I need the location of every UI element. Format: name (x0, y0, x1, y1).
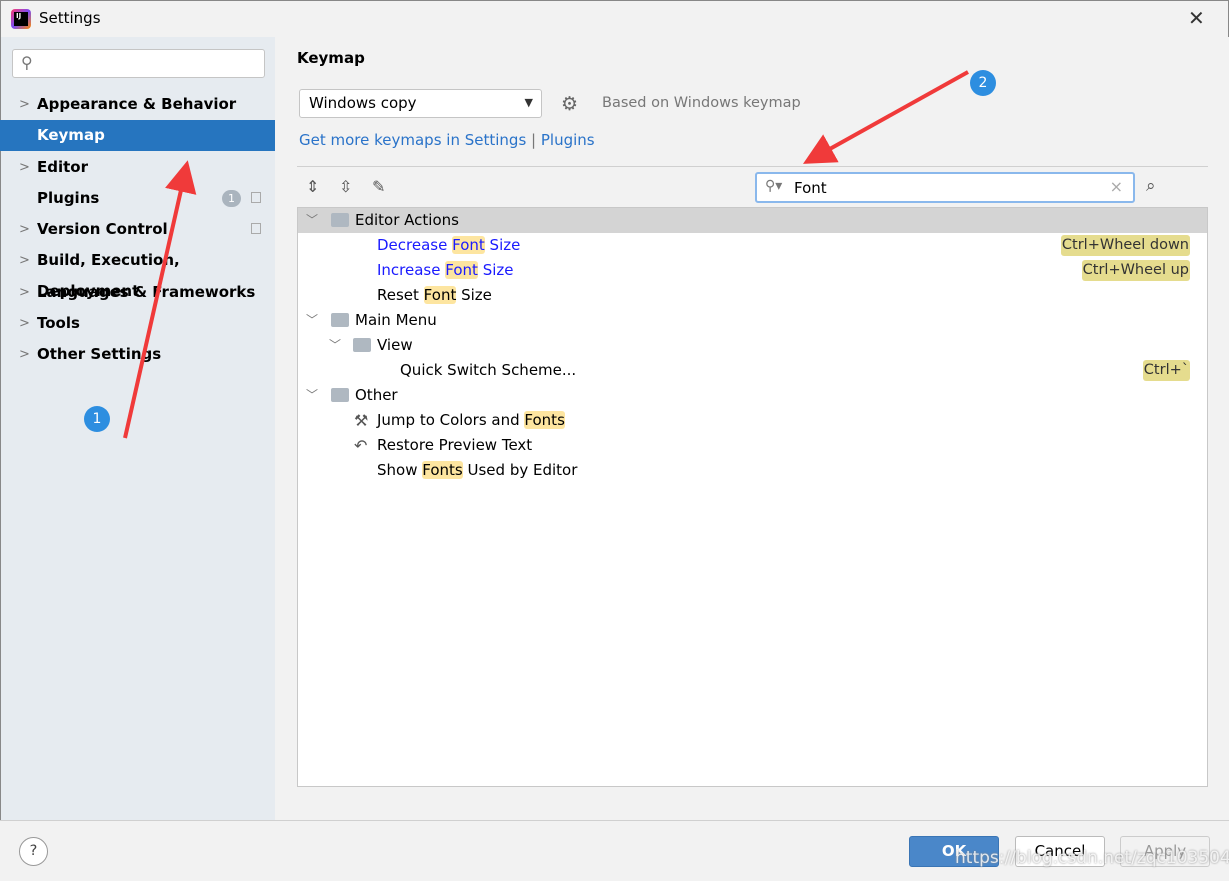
callout-1: 1 (84, 406, 110, 432)
callout-2: 2 (970, 70, 996, 96)
annotation-arrow-2 (803, 70, 969, 164)
annotation-arrows (123, 70, 969, 439)
annotation-arrow-1 (123, 160, 197, 439)
